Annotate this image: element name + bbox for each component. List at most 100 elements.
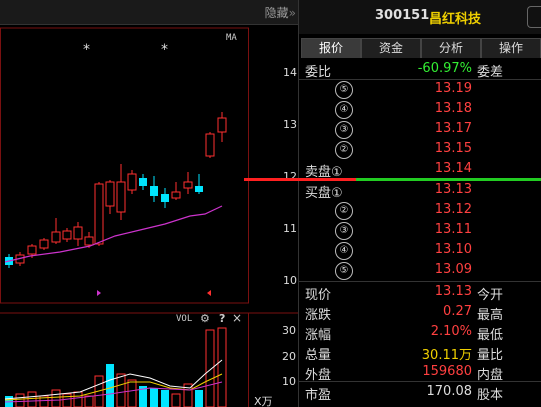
sell-price: 13.17 bbox=[434, 121, 472, 136]
level-badge: ② bbox=[335, 202, 353, 220]
weibi-row: 委比 -60.97% 委差 bbox=[299, 59, 541, 80]
stat-row-pct: 涨幅 2.10% 最低 bbox=[299, 322, 541, 343]
help-icon[interactable]: ? bbox=[219, 312, 225, 325]
stat-label-2: 股本 bbox=[477, 388, 504, 403]
stat-label: 市盈 bbox=[305, 388, 332, 403]
tab-operation[interactable]: 操作 bbox=[481, 38, 541, 58]
star-marker: * bbox=[161, 42, 168, 58]
buy-level-5[interactable]: ⑤ 13.09 bbox=[299, 260, 541, 280]
stat-label-2: 今开 bbox=[477, 288, 504, 303]
stat-value: 159680 bbox=[422, 364, 472, 379]
level-badge: ③ bbox=[335, 222, 353, 240]
sell-level-1[interactable]: 卖盘① 13.14 bbox=[299, 159, 541, 180]
close-icon[interactable]: × bbox=[232, 311, 242, 325]
vol-tick-30: 30 bbox=[282, 324, 296, 337]
candle bbox=[116, 181, 126, 213]
stat-label: 涨跌 bbox=[305, 308, 332, 323]
sell-price: 13.14 bbox=[434, 161, 472, 176]
gear-icon[interactable]: ⚙ bbox=[200, 312, 210, 325]
buy-price: 13.10 bbox=[434, 242, 472, 257]
tab-analysis[interactable]: 分析 bbox=[421, 38, 481, 58]
vol-label: VOL bbox=[176, 314, 192, 324]
stat-row-price: 现价 13.13 今开 bbox=[299, 282, 541, 303]
price-tick-10: 10 bbox=[283, 274, 297, 287]
stat-value: 170.08 bbox=[426, 384, 473, 399]
level-badge: ④ bbox=[335, 101, 353, 119]
chart-area[interactable]: 隐藏» MA * * 14 13 12 11 10 VOL ⚙ ? × 30 2… bbox=[0, 0, 298, 407]
buy-price: 13.09 bbox=[434, 262, 472, 277]
candle bbox=[205, 133, 215, 157]
vol-tick-10: 10 bbox=[282, 375, 296, 388]
signal-marker bbox=[97, 290, 101, 296]
panel-toggle-icon[interactable] bbox=[527, 6, 541, 28]
candle bbox=[150, 186, 158, 196]
stat-label: 总量 bbox=[305, 348, 332, 363]
sell-level-4[interactable]: ④ 13.18 bbox=[299, 99, 541, 119]
level-badge: ③ bbox=[335, 121, 353, 139]
level-badge: ⑤ bbox=[335, 262, 353, 280]
buy-level-label: 买盘① bbox=[305, 186, 343, 201]
candle bbox=[39, 239, 49, 249]
stat-row-outer: 外盘 159680 内盘 bbox=[299, 362, 541, 383]
candle bbox=[62, 230, 72, 240]
tab-quote[interactable]: 报价 bbox=[301, 38, 361, 58]
stat-label-2: 最高 bbox=[477, 308, 504, 323]
sell-price: 13.18 bbox=[434, 101, 472, 116]
buy-price: 13.13 bbox=[434, 182, 472, 197]
buy-level-1[interactable]: 买盘① 13.13 bbox=[299, 180, 541, 201]
price-tick-13: 13 bbox=[283, 118, 297, 131]
sell-price: 13.19 bbox=[434, 81, 472, 96]
price-tick-12: 12 bbox=[283, 170, 297, 183]
ma-label: MA bbox=[226, 33, 237, 43]
hide-button[interactable]: 隐藏» bbox=[265, 4, 296, 21]
candle bbox=[105, 181, 115, 207]
stat-label: 涨幅 bbox=[305, 328, 332, 343]
weibi-value: -60.97% bbox=[417, 61, 472, 76]
weica-label: 委差 bbox=[477, 65, 504, 80]
stock-name[interactable]: 昌红科技 bbox=[429, 8, 481, 27]
candle bbox=[73, 226, 83, 240]
kline-chart[interactable]: MA * * 14 13 12 11 10 VOL ⚙ ? × 30 20 10… bbox=[0, 24, 298, 407]
stat-value: 13.13 bbox=[434, 284, 472, 299]
stat-row-change: 涨跌 0.27 最高 bbox=[299, 302, 541, 323]
buy-level-3[interactable]: ③ 13.11 bbox=[299, 220, 541, 240]
buy-price: 13.11 bbox=[434, 222, 472, 237]
buy-price: 13.12 bbox=[434, 202, 472, 217]
weibi-label: 委比 bbox=[305, 65, 332, 80]
candle bbox=[51, 231, 61, 243]
stock-code: 300151 bbox=[375, 8, 430, 23]
quote-header: 300151 昌红科技 bbox=[299, 0, 541, 34]
stat-value: 30.11万 bbox=[421, 348, 472, 363]
stat-label-2: 量比 bbox=[477, 348, 504, 363]
candle bbox=[27, 245, 37, 255]
sell-level-3[interactable]: ③ 13.17 bbox=[299, 119, 541, 139]
candles bbox=[5, 112, 227, 268]
star-marker: * bbox=[83, 42, 90, 58]
ma-line bbox=[4, 205, 223, 263]
sell-level-5[interactable]: ⑤ 13.19 bbox=[299, 79, 541, 99]
hide-button-label: 隐藏 bbox=[264, 6, 289, 20]
quote-tabs: 报价 资金 分析 操作 bbox=[299, 36, 541, 58]
candle bbox=[139, 178, 147, 186]
buy-level-4[interactable]: ④ 13.10 bbox=[299, 240, 541, 260]
double-chevron-right-icon: » bbox=[288, 6, 296, 20]
tab-funds[interactable]: 资金 bbox=[361, 38, 421, 58]
candle bbox=[161, 194, 169, 202]
price-plot-frame bbox=[0, 27, 249, 304]
price-tick-11: 11 bbox=[283, 222, 297, 235]
vol-unit-label: X万 bbox=[254, 395, 273, 407]
candle bbox=[94, 183, 104, 245]
sell-level-2[interactable]: ② 13.15 bbox=[299, 139, 541, 159]
stat-row-pe: 市盈 170.08 股本 bbox=[299, 382, 541, 403]
buy-level-2[interactable]: ② 13.12 bbox=[299, 200, 541, 220]
candle bbox=[127, 173, 137, 191]
stat-value: 0.27 bbox=[443, 304, 472, 319]
candle bbox=[183, 181, 193, 189]
candle bbox=[84, 236, 94, 246]
signal-marker bbox=[207, 290, 211, 296]
chart-toolbar: 隐藏» bbox=[0, 0, 298, 25]
stat-label-2: 最低 bbox=[477, 328, 504, 343]
sell-price: 13.15 bbox=[434, 141, 472, 156]
price-tick-14: 14 bbox=[283, 66, 297, 79]
candle bbox=[217, 117, 227, 133]
